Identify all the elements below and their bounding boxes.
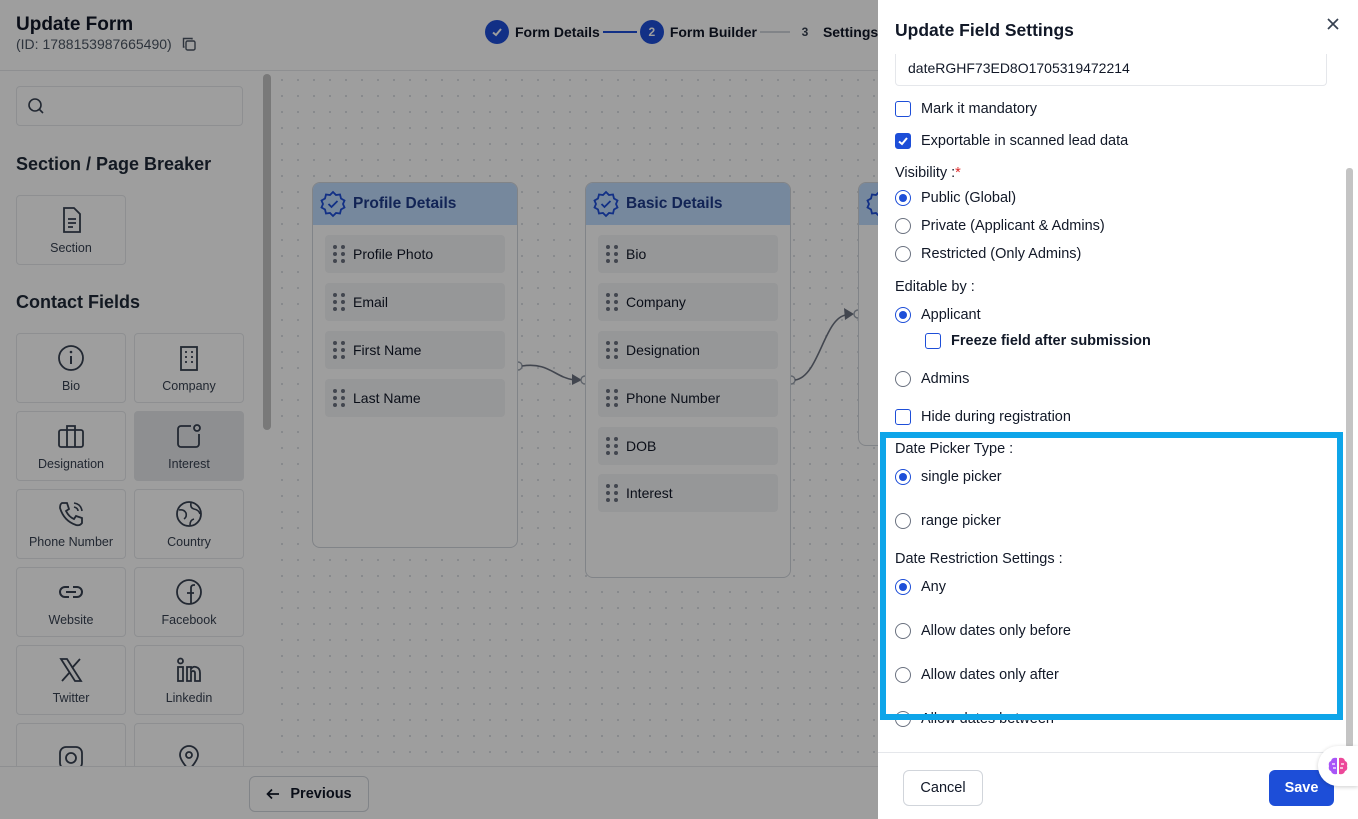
freeze-option[interactable]: Freeze field after submission [925, 333, 1151, 349]
update-field-settings-drawer: Update Field Settings dateRGHF73ED8O1705… [878, 0, 1358, 819]
brain-icon [1327, 755, 1349, 777]
radio-public[interactable] [895, 190, 911, 206]
date-restriction-label: Date Restriction Settings : [895, 551, 1063, 567]
option-label: Mark it mandatory [921, 101, 1038, 117]
cancel-button[interactable]: Cancel [903, 770, 983, 806]
radio-single-picker[interactable] [895, 469, 911, 485]
visibility-private[interactable]: Private (Applicant & Admins) [895, 218, 1105, 234]
option-label: Allow dates between [921, 711, 1054, 727]
radio-private[interactable] [895, 218, 911, 234]
hide-checkbox[interactable] [895, 409, 911, 425]
option-label: Allow dates only before [921, 623, 1071, 639]
drawer-title: Update Field Settings [895, 20, 1074, 40]
modal-backdrop[interactable] [0, 0, 878, 819]
editable-by-label: Editable by : [895, 279, 975, 295]
picker-range[interactable]: range picker [895, 513, 1001, 529]
option-label: Applicant [921, 307, 981, 323]
drawer-scroll-area: dateRGHF73ED8O1705319472214 Mark it mand… [878, 52, 1344, 752]
visibility-label: Visibility :* [895, 165, 961, 181]
label-text: Visibility : [895, 165, 956, 181]
option-label: Allow dates only after [921, 667, 1059, 683]
radio-admins[interactable] [895, 371, 911, 387]
required-mark: * [955, 165, 961, 181]
option-label: range picker [921, 513, 1001, 529]
exportable-option[interactable]: Exportable in scanned lead data [895, 133, 1128, 149]
restriction-any[interactable]: Any [895, 579, 946, 595]
hide-option[interactable]: Hide during registration [895, 409, 1071, 425]
option-label: Restricted (Only Admins) [921, 246, 1082, 262]
drawer-scrollbar[interactable] [1346, 168, 1353, 748]
option-label: single picker [921, 469, 1002, 485]
check-icon [898, 137, 908, 146]
picker-single[interactable]: single picker [895, 469, 1002, 485]
radio-restricted[interactable] [895, 246, 911, 262]
radio-before[interactable] [895, 623, 911, 639]
mandatory-option[interactable]: Mark it mandatory [895, 101, 1037, 117]
ai-assistant-button[interactable] [1318, 746, 1358, 786]
freeze-checkbox[interactable] [925, 333, 941, 349]
radio-any[interactable] [895, 579, 911, 595]
close-icon[interactable] [1325, 16, 1341, 32]
option-label: Any [921, 579, 946, 595]
radio-after[interactable] [895, 667, 911, 683]
drawer-footer: Cancel Save [878, 752, 1358, 819]
editable-applicant[interactable]: Applicant [895, 307, 981, 323]
option-label: Private (Applicant & Admins) [921, 218, 1105, 234]
radio-between[interactable] [895, 711, 911, 727]
field-name-input[interactable]: dateRGHF73ED8O1705319472214 [895, 54, 1327, 86]
option-label: Exportable in scanned lead data [921, 133, 1129, 149]
visibility-restricted[interactable]: Restricted (Only Admins) [895, 246, 1081, 262]
option-label: Hide during registration [921, 409, 1071, 425]
visibility-public[interactable]: Public (Global) [895, 190, 1016, 206]
radio-applicant[interactable] [895, 307, 911, 323]
restriction-before[interactable]: Allow dates only before [895, 623, 1071, 639]
option-label: Admins [921, 371, 970, 387]
option-label: Public (Global) [921, 190, 1017, 206]
exportable-checkbox[interactable] [895, 133, 911, 149]
restriction-between[interactable]: Allow dates between [895, 711, 1054, 727]
radio-range-picker[interactable] [895, 513, 911, 529]
option-label: Freeze field after submission [951, 333, 1151, 349]
mandatory-checkbox[interactable] [895, 101, 911, 117]
restriction-after[interactable]: Allow dates only after [895, 667, 1059, 683]
date-picker-type-label: Date Picker Type : [895, 441, 1014, 457]
editable-admins[interactable]: Admins [895, 371, 969, 387]
